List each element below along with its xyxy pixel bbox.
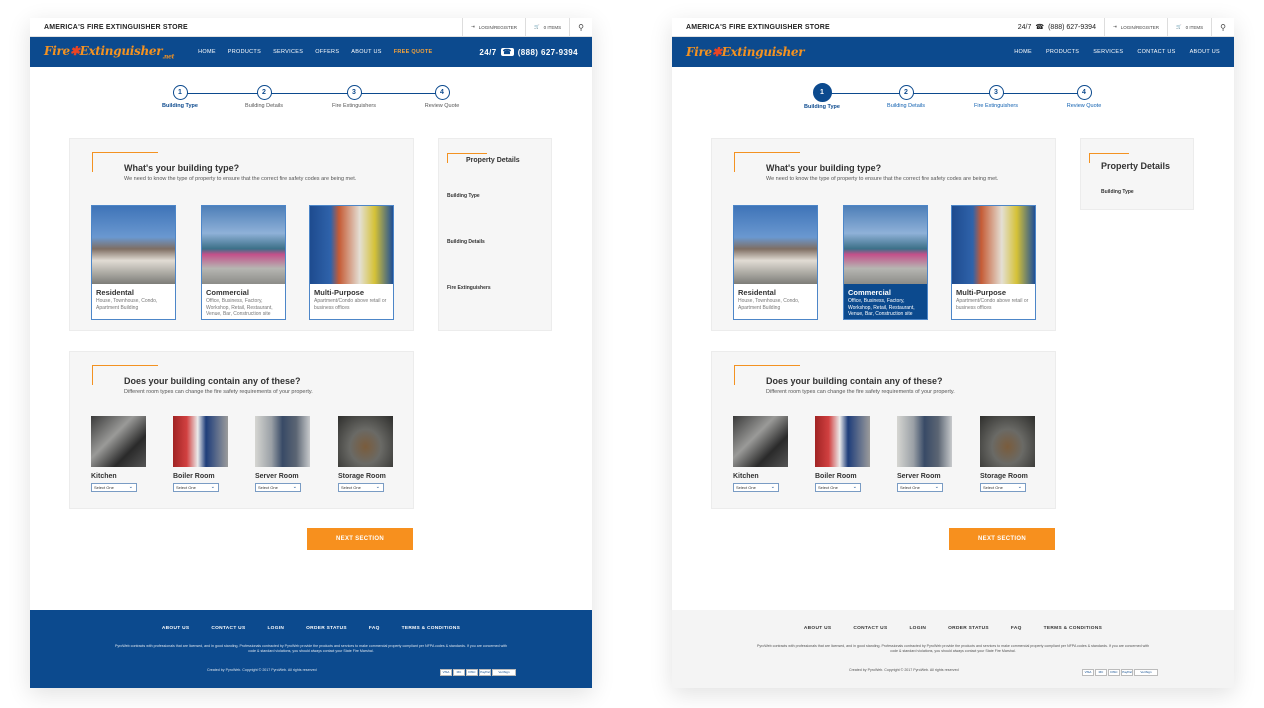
cart-link[interactable]: 🛒 0 ITEMS (1167, 18, 1211, 36)
phone-icon: ☎ (500, 48, 514, 56)
storage-select[interactable]: Select One ⌄ (338, 483, 384, 492)
room-storage: Storage Room Select One ⌄ (338, 416, 394, 492)
nav-about[interactable]: ABOUT US (351, 49, 381, 55)
room-server: Server Room Select One ⌄ (897, 416, 953, 492)
nav-products[interactable]: PRODUCTS (1046, 49, 1079, 55)
boiler-select[interactable]: Select One ⌄ (815, 483, 861, 492)
room-kitchen: Kitchen Select One ⌄ (91, 416, 147, 492)
next-section-button[interactable]: NEXT SECTION (307, 528, 413, 550)
option-residential[interactable]: Residental House, Townhouse, Condo, Apart… (733, 205, 818, 320)
room-types-card: Does your building contain any of these?… (69, 351, 414, 509)
payment-cards: VISA MC DISC PayPal VeriSign (1082, 669, 1158, 676)
step-review-quote[interactable]: 4 Review Quote (402, 85, 482, 109)
footer-contact[interactable]: CONTACT US (211, 626, 245, 631)
option-residential[interactable]: Residental House, Townhouse, Condo, Apart… (91, 205, 176, 320)
login-link[interactable]: ⇥ LOGIN/REGISTER (461, 18, 525, 36)
footer-faq[interactable]: FAQ (1011, 626, 1022, 631)
top-bar: AMERICA'S FIRE EXTINGUISHER STORE ⇥ LOGIN… (30, 18, 592, 37)
server-select[interactable]: Select One ⌄ (255, 483, 301, 492)
step-building-details[interactable]: 2 Building Details (224, 85, 304, 109)
footer: ABOUT US CONTACT US LOGIN ORDER STATUS F… (672, 610, 1234, 688)
step-fire-extinguishers[interactable]: 3 Fire Extinguishers (956, 85, 1036, 109)
property-details-card: Property Details Building Type Building … (438, 138, 552, 331)
site-logo[interactable]: Fire✱Extinguisher (686, 45, 805, 59)
main-nav: Fire✱Extinguisher HOME PRODUCTS SERVICES… (672, 37, 1234, 67)
search-icon[interactable]: ⚲ (1211, 18, 1234, 36)
cart-icon: 🛒 (1176, 24, 1182, 29)
room-boiler: Boiler Room Select One ⌄ (173, 416, 229, 492)
nav-offers[interactable]: OFFERS (315, 49, 339, 55)
nav-services[interactable]: SERVICES (273, 49, 303, 55)
footer-terms[interactable]: TERMS & CONDITIONS (1044, 626, 1102, 631)
quote-stepper: 1 Building Type 2 Building Details 3 Fire E… (30, 67, 592, 115)
top-phone[interactable]: 24/7 ☎ (888) 627-9394 (1010, 18, 1104, 36)
kitchen-select[interactable]: Select One ⌄ (733, 483, 779, 492)
login-icon: ⇥ (1112, 24, 1117, 29)
storage-select[interactable]: Select One ⌄ (980, 483, 1026, 492)
search-icon[interactable]: ⚲ (569, 18, 592, 36)
quote-stepper: 1 Building Type 2 Building Details 3 Fire E… (672, 67, 1234, 115)
footer-contact[interactable]: CONTACT US (853, 626, 887, 631)
nav-about[interactable]: ABOUT US (1190, 49, 1220, 55)
nav-phone[interactable]: 24/7 ☎ (888) 627-9394 (479, 48, 578, 57)
room-types-card: Does your building contain any of these?… (711, 351, 1056, 509)
store-name: AMERICA'S FIRE EXTINGUISHER STORE (44, 23, 188, 31)
main-nav: Fire✱Extinguisher.net HOME PRODUCTS SERV… (30, 37, 592, 67)
step-fire-extinguishers[interactable]: 3 Fire Extinguishers (314, 85, 394, 109)
nav-home[interactable]: HOME (1014, 49, 1032, 55)
payment-cards: VISA MC DISC PayPal VeriSign (440, 669, 516, 676)
footer-terms[interactable]: TERMS & CONDITIONS (402, 626, 460, 631)
room-server: Server Room Select One ⌄ (255, 416, 311, 492)
footer-about[interactable]: ABOUT US (804, 626, 831, 631)
building-type-card: What's your building type? We need to kn… (69, 138, 414, 331)
quote-page-version-1: AMERICA'S FIRE EXTINGUISHER STORE ⇥ LOGIN… (30, 18, 592, 688)
footer-order-status[interactable]: ORDER STATUS (306, 626, 347, 631)
next-section-button[interactable]: NEXT SECTION (949, 528, 1055, 550)
nav-services[interactable]: SERVICES (1093, 49, 1123, 55)
footer-login[interactable]: LOGIN (267, 626, 284, 631)
property-details-card: Property Details Building Type (1080, 138, 1194, 210)
step-building-type[interactable]: 1 Building Type (782, 83, 862, 110)
room-boiler: Boiler Room Select One ⌄ (815, 416, 871, 492)
nav-products[interactable]: PRODUCTS (228, 49, 261, 55)
login-link[interactable]: ⇥ LOGIN/REGISTER (1103, 18, 1167, 36)
footer: ABOUT US CONTACT US LOGIN ORDER STATUS F… (30, 610, 592, 688)
building-type-card: What's your building type? We need to kn… (711, 138, 1056, 331)
login-icon: ⇥ (470, 24, 475, 29)
nav-home[interactable]: HOME (198, 49, 216, 55)
boiler-select[interactable]: Select One ⌄ (173, 483, 219, 492)
room-storage: Storage Room Select One ⌄ (980, 416, 1036, 492)
step-review-quote[interactable]: 4 Review Quote (1044, 85, 1124, 109)
option-multi-purpose[interactable]: Multi-Purpose Apartment/Condo above retai… (309, 205, 394, 320)
step-building-details[interactable]: 2 Building Details (866, 85, 946, 109)
building-type-title: What's your building type? (124, 163, 240, 173)
nav-free-quote[interactable]: FREE QUOTE (394, 49, 433, 55)
cart-link[interactable]: 🛒 0 ITEMS (525, 18, 569, 36)
phone-icon: ☎ (1035, 24, 1045, 31)
footer-order-status[interactable]: ORDER STATUS (948, 626, 989, 631)
footer-login[interactable]: LOGIN (909, 626, 926, 631)
chevron-down-icon: ⌄ (128, 484, 133, 490)
footer-about[interactable]: ABOUT US (162, 626, 189, 631)
option-commercial[interactable]: Commercial Office, Business, Factory, Wor… (201, 205, 286, 320)
quote-page-version-2: AMERICA'S FIRE EXTINGUISHER STORE 24/7 ☎(… (672, 18, 1234, 688)
option-commercial-selected[interactable]: Commercial Office, Business, Factory, Wor… (843, 205, 928, 320)
footer-faq[interactable]: FAQ (369, 626, 380, 631)
top-bar: AMERICA'S FIRE EXTINGUISHER STORE 24/7 ☎(… (672, 18, 1234, 37)
room-kitchen: Kitchen Select One ⌄ (733, 416, 789, 492)
nav-contact[interactable]: CONTACT US (1137, 49, 1175, 55)
comparison-stage: AMERICA'S FIRE EXTINGUISHER STORE ⇥ LOGIN… (0, 0, 1264, 708)
cart-icon: 🛒 (534, 24, 540, 29)
step-building-type[interactable]: 1 Building Type (140, 85, 220, 109)
option-multi-purpose[interactable]: Multi-Purpose Apartment/Condo above retai… (951, 205, 1036, 320)
server-select[interactable]: Select One ⌄ (897, 483, 943, 492)
kitchen-select[interactable]: Select One ⌄ (91, 483, 137, 492)
site-logo[interactable]: Fire✱Extinguisher.net (44, 44, 174, 60)
